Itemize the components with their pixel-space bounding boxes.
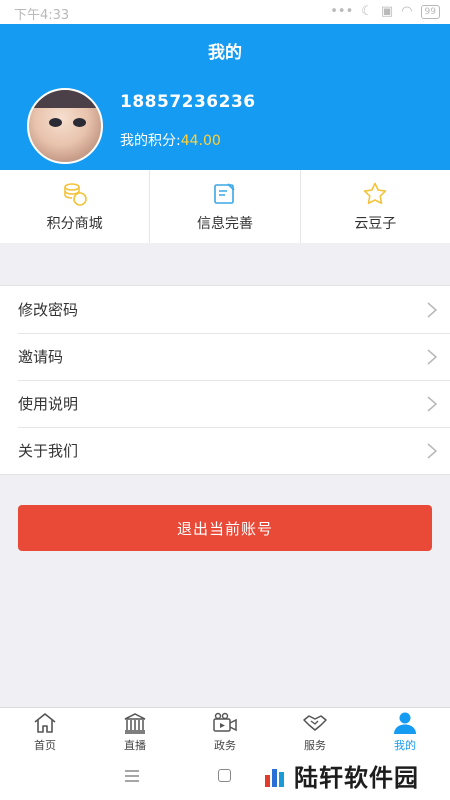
tab-label: 首页 [34, 739, 56, 752]
avatar-hair [29, 90, 101, 108]
tab-label: 服务 [304, 739, 326, 752]
tab-home[interactable]: 首页 [0, 708, 90, 753]
points-value: 44.00 [180, 133, 221, 149]
video-camera-icon [213, 712, 237, 732]
handshake-icon [303, 715, 327, 731]
home-button-icon[interactable] [218, 769, 231, 782]
shortcut-yun-douzi[interactable]: 云豆子 [301, 170, 450, 243]
status-time: 下午4:33 [14, 8, 70, 23]
shortcut-label: 积分商城 [46, 215, 103, 232]
avatar-eye-right [73, 118, 86, 127]
status-icons: ••• ☾ ▣ ◠ 99 [330, 4, 440, 19]
watermark-logo-icon [265, 768, 284, 787]
menu-icon[interactable] [125, 770, 139, 782]
shortcut-row: 积分商城 信息完善 云豆子 [0, 170, 450, 243]
tab-live[interactable]: 直播 [90, 708, 180, 753]
dots-icon: ••• [330, 4, 354, 19]
avatar-eye-left [49, 118, 62, 127]
chevron-right-icon [427, 443, 438, 459]
sim-icon: ▣ [380, 4, 394, 19]
shortcut-complete-info[interactable]: 信息完善 [150, 170, 301, 243]
building-icon [124, 713, 146, 734]
tab-label: 政务 [214, 739, 236, 752]
tab-service[interactable]: 服务 [270, 708, 360, 753]
wifi-icon: ◠ [401, 4, 413, 19]
tab-mine[interactable]: 我的 [360, 708, 450, 753]
watermark-text: 陆轩软件园 [294, 764, 419, 792]
menu-item-label: 邀请码 [18, 348, 64, 366]
tab-label: 直播 [124, 739, 146, 752]
shortcut-points-mall[interactable]: 积分商城 [0, 170, 151, 243]
coins-icon [63, 182, 87, 206]
user-icon [394, 712, 416, 734]
user-phone: 18857236236 [120, 92, 256, 112]
page-title: 我的 [208, 43, 242, 63]
chevron-right-icon [427, 349, 438, 365]
user-points: 我的积分:44.00 [120, 130, 221, 150]
logout-button[interactable]: 退出当前账号 [18, 505, 432, 551]
settings-menu: 修改密码 邀请码 使用说明 关于我们 [0, 285, 450, 475]
shortcut-label: 云豆子 [354, 215, 397, 232]
bottom-tab-bar: 首页 直播 政务 服务 我的 [0, 707, 450, 753]
edit-profile-icon [214, 182, 235, 204]
menu-item-label: 修改密码 [18, 301, 79, 319]
points-label: 我的积分: [120, 133, 181, 149]
profile-header: 我的 18857236236 我的积分:44.00 [0, 24, 450, 170]
moon-icon: ☾ [361, 4, 373, 19]
menu-item-label: 使用说明 [18, 395, 79, 413]
home-icon [34, 713, 56, 733]
status-bar: 下午4:33 ••• ☾ ▣ ◠ 99 [0, 0, 450, 24]
menu-item-instructions[interactable]: 使用说明 [0, 380, 450, 427]
watermark: 陆轩软件园 [262, 758, 419, 793]
shortcut-label: 信息完善 [196, 215, 253, 232]
menu-item-about-us[interactable]: 关于我们 [0, 427, 450, 474]
battery-icon: 99 [420, 4, 440, 19]
menu-item-invite-code[interactable]: 邀请码 [0, 333, 450, 380]
chevron-right-icon [427, 302, 438, 318]
avatar[interactable] [27, 88, 103, 164]
menu-item-label: 关于我们 [18, 442, 79, 460]
chevron-right-icon [427, 396, 438, 412]
star-icon [364, 182, 387, 204]
menu-item-change-password[interactable]: 修改密码 [0, 286, 450, 333]
tab-label: 我的 [394, 739, 416, 752]
tab-government[interactable]: 政务 [180, 708, 270, 753]
